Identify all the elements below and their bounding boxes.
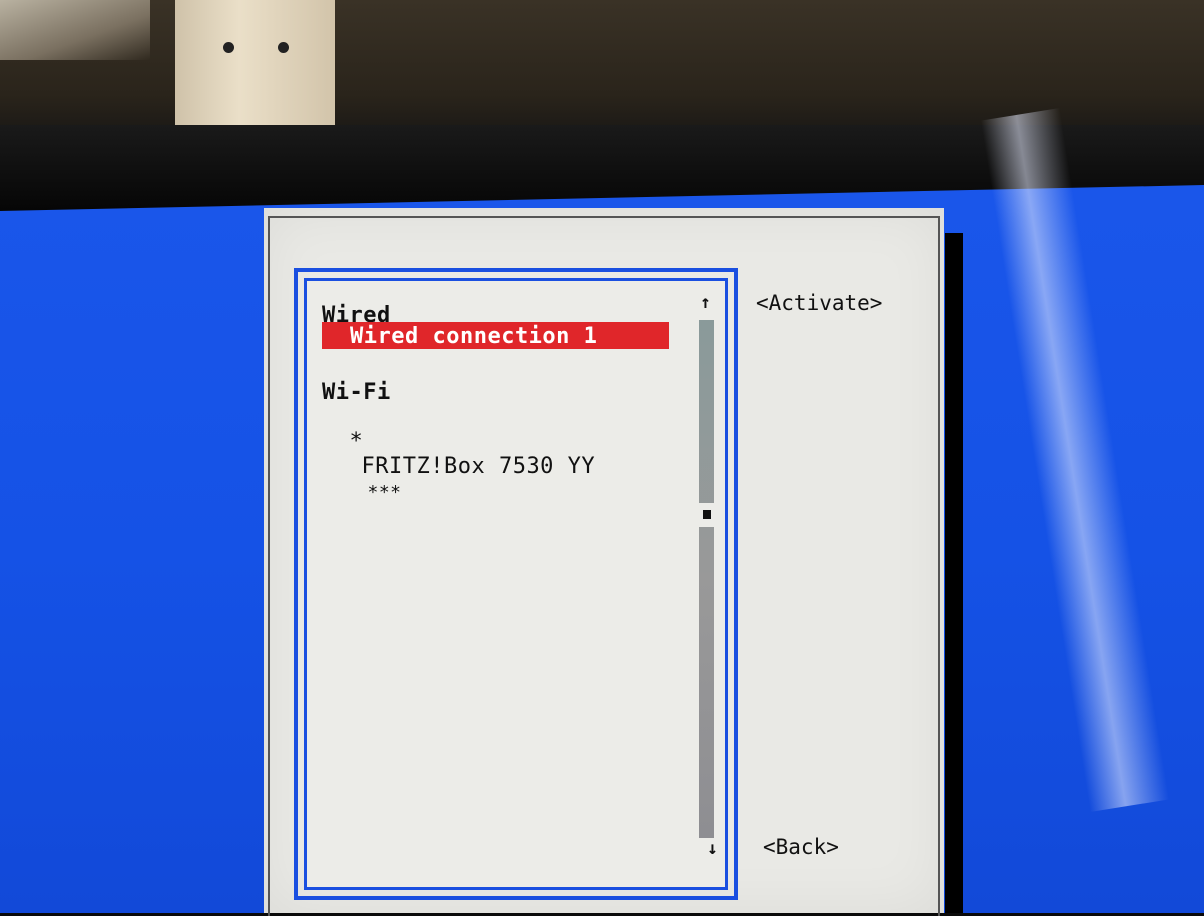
wall-pillar (175, 0, 335, 140)
arrow-down-icon[interactable]: ↓ (707, 838, 718, 859)
connection-item-wifi-1[interactable]: * FRITZ!Box 7530 YY *** (322, 404, 667, 503)
section-header-wifi: Wi-Fi (322, 380, 391, 405)
scrollbar[interactable] (699, 320, 714, 838)
ceiling-light (0, 0, 150, 60)
wifi-ssid: FRITZ!Box 7530 YY (361, 454, 596, 479)
back-button[interactable]: <Back> (763, 835, 839, 859)
pillar-hole (223, 42, 234, 53)
scrollbar-thumb[interactable] (703, 510, 711, 519)
arrow-up-icon[interactable]: ↑ (700, 292, 711, 313)
active-connection-marker: * (349, 429, 364, 454)
pillar-hole (278, 42, 289, 53)
activate-button[interactable]: <Activate> (756, 291, 882, 315)
signal-strength: *** (367, 482, 402, 503)
dialog-shadow (945, 233, 963, 913)
connection-item-wired-1-label[interactable]: Wired connection 1 (350, 324, 597, 349)
connection-list[interactable] (304, 278, 728, 890)
